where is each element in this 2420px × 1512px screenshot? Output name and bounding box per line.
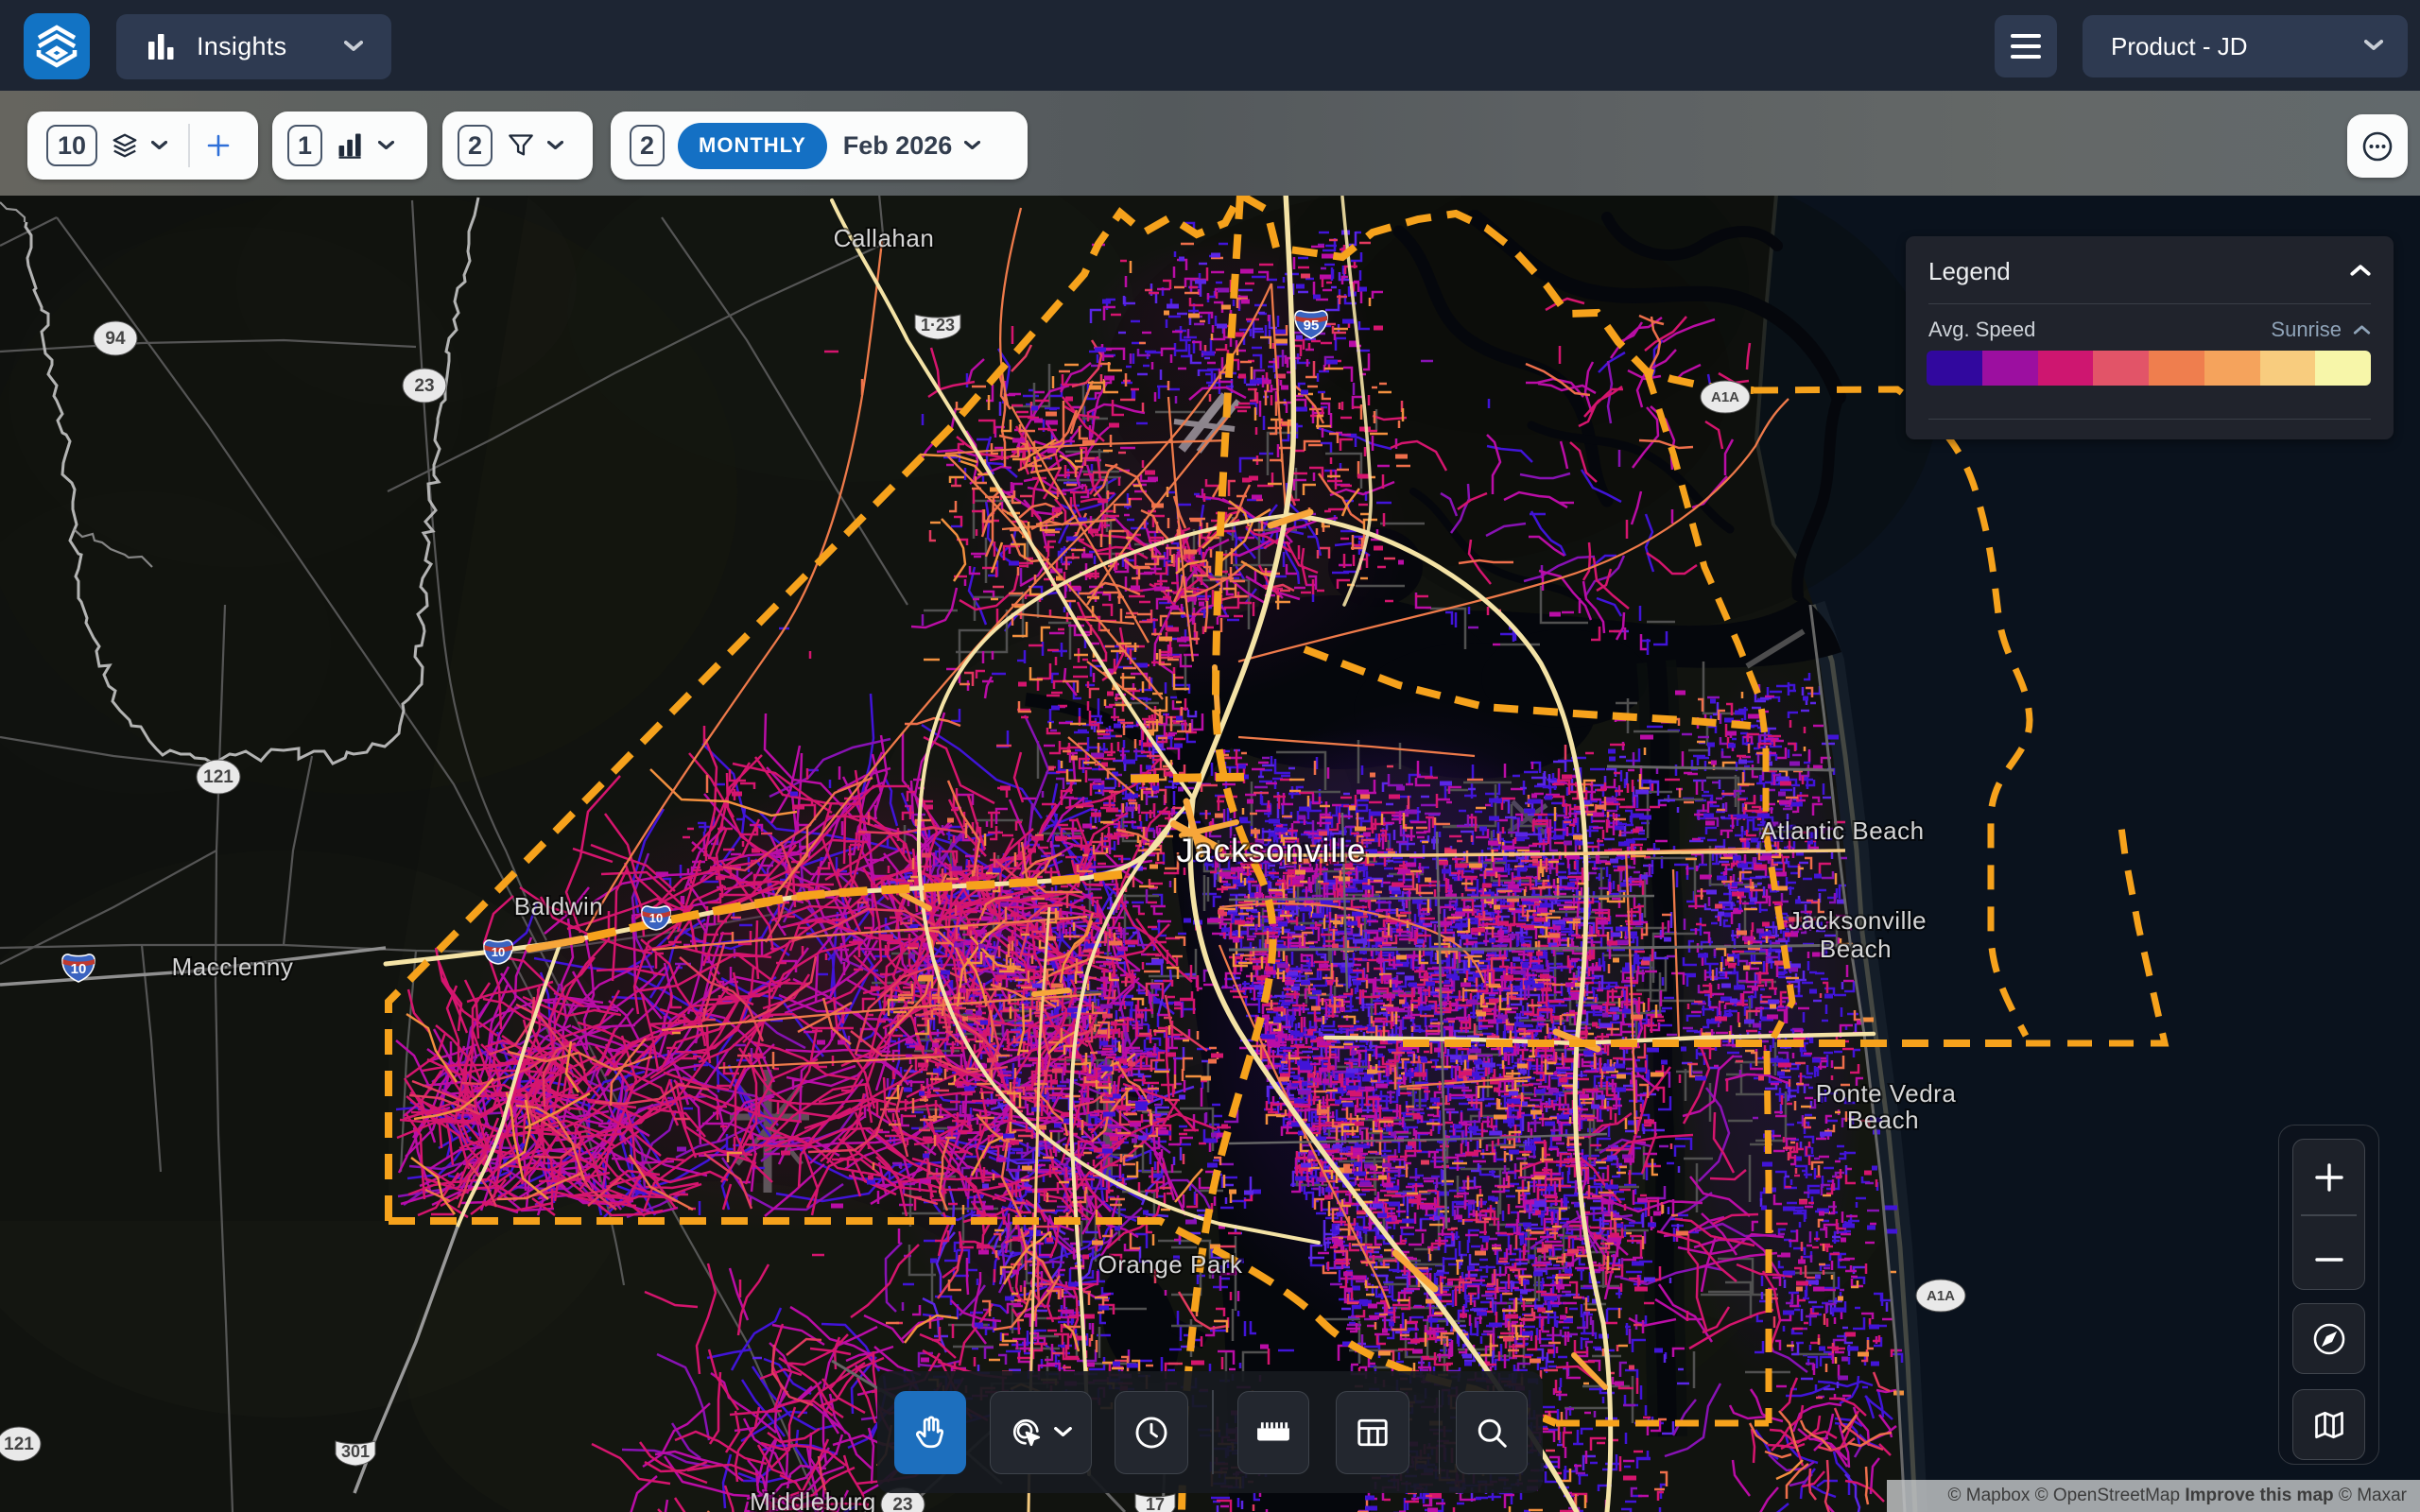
svg-text:Orange Park: Orange Park	[1098, 1250, 1243, 1279]
svg-text:95: 95	[1304, 318, 1320, 334]
svg-text:23: 23	[414, 376, 434, 396]
svg-text:Ponte Vedra: Ponte Vedra	[1816, 1079, 1957, 1108]
svg-text:Callahan: Callahan	[834, 224, 935, 252]
svg-text:301: 301	[341, 1442, 370, 1461]
svg-text:A1A: A1A	[1711, 389, 1739, 405]
svg-text:A1A: A1A	[1927, 1288, 1955, 1304]
svg-text:10: 10	[649, 911, 663, 925]
svg-text:121: 121	[203, 767, 233, 787]
svg-text:23: 23	[892, 1495, 912, 1512]
svg-text:10: 10	[492, 945, 505, 959]
svg-text:1·23: 1·23	[921, 316, 955, 335]
svg-text:17: 17	[1146, 1495, 1165, 1512]
svg-text:Baldwin: Baldwin	[514, 892, 604, 920]
svg-text:Beach: Beach	[1847, 1106, 1919, 1134]
svg-text:Middleburg: Middleburg	[750, 1487, 876, 1512]
svg-text:Macclenny: Macclenny	[172, 953, 294, 981]
svg-text:94: 94	[105, 329, 126, 349]
svg-text:121: 121	[4, 1435, 34, 1454]
svg-text:Jacksonville: Jacksonville	[1789, 906, 1927, 935]
svg-text:10: 10	[71, 961, 87, 977]
svg-text:Atlantic Beach: Atlantic Beach	[1760, 816, 1924, 845]
svg-text:Jacksonville: Jacksonville	[1177, 833, 1367, 869]
svg-text:Beach: Beach	[1820, 935, 1892, 963]
